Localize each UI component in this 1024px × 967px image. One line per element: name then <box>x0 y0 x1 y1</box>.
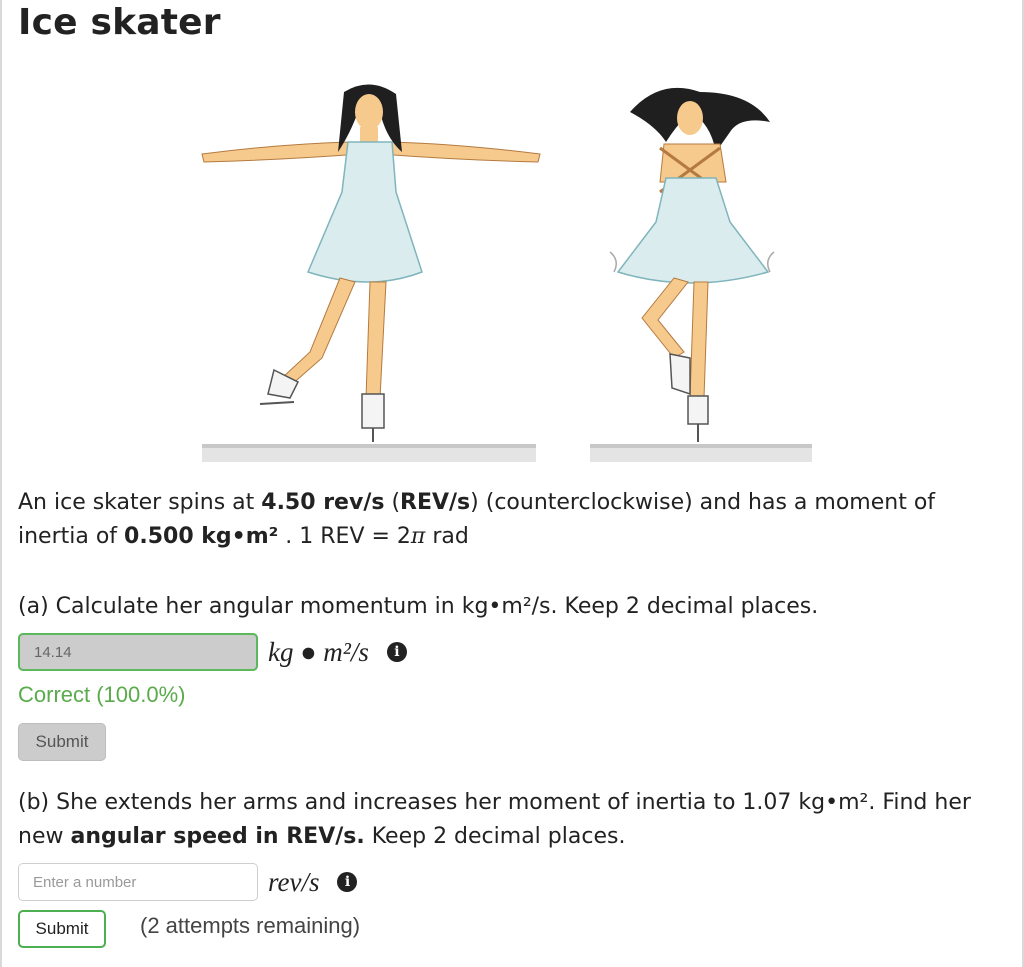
units-b: rev/s <box>268 866 320 897</box>
answer-row-b: Enter a number rev/s i <box>18 862 358 902</box>
attempts-remaining: (2 attempts remaining) <box>140 913 361 938</box>
pi-symbol: π <box>410 524 426 549</box>
info-icon[interactable]: i <box>386 642 407 662</box>
submit-button-b[interactable]: Submit <box>18 910 106 948</box>
spin-rate: 4.50 rev/s <box>261 490 385 515</box>
intro-suffix: . 1 REV = 2 <box>278 524 411 549</box>
units-a: kg ● m²/s <box>268 636 369 667</box>
skater-illustration <box>190 82 830 474</box>
spin-unit-close: ) <box>470 490 479 515</box>
answer-input-b[interactable]: Enter a number <box>18 863 258 901</box>
problem-statement: An ice skater spins at 4.50 rev/s (REV/s… <box>18 486 1008 554</box>
left-frame-border <box>0 0 2 967</box>
ice-edge-right <box>590 444 812 448</box>
question-b-suffix: Keep 2 decimal places. <box>364 824 626 849</box>
skater-arms-out <box>201 84 541 442</box>
answer-input-a[interactable]: 14.14 <box>18 633 258 671</box>
intro-prefix: An ice skater spins at <box>18 490 262 515</box>
skater-arms-in <box>609 87 775 442</box>
spin-unit-open: ( <box>384 490 401 515</box>
question-b: (b) She extends her arms and increases h… <box>18 786 1008 854</box>
inertia-value: 0.500 kg•m² <box>124 524 279 549</box>
skater-illustration-svg <box>201 84 812 462</box>
submit-button-a[interactable]: Submit <box>18 723 106 761</box>
spin-unit: REV/s <box>400 490 471 515</box>
question-a: (a) Calculate her angular momentum in kg… <box>18 594 819 619</box>
answer-row-a: 14.14 kg ● m²/s i <box>18 632 407 672</box>
question-b-bold: angular speed in REV/s. <box>70 824 365 849</box>
correct-status: Correct (100.0%) <box>18 682 186 707</box>
page-title: Ice skater <box>18 2 221 43</box>
ice-edge-left <box>202 444 536 448</box>
rad-text: rad <box>425 524 469 549</box>
info-icon[interactable]: i <box>337 872 358 892</box>
